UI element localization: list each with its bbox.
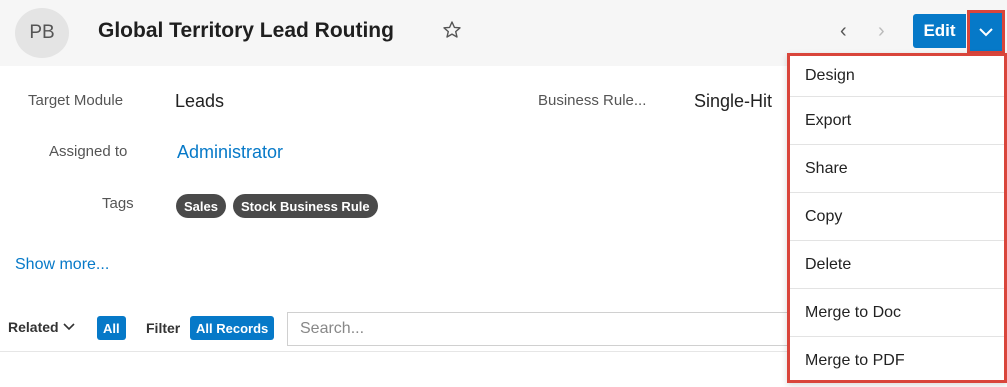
- actions-dropdown-button[interactable]: [967, 10, 1005, 54]
- chevron-down-icon: [63, 323, 75, 331]
- filter-label: Filter: [146, 320, 181, 336]
- star-icon[interactable]: [442, 20, 462, 40]
- target-module-value: Leads: [175, 91, 225, 111]
- divider: [0, 351, 790, 352]
- menu-item-merge-to-pdf[interactable]: Merge to PDF: [790, 337, 1004, 385]
- edit-button[interactable]: Edit: [913, 14, 966, 48]
- business-rule-value: Single-Hit: [694, 91, 773, 111]
- related-all-pill[interactable]: All: [97, 316, 126, 340]
- chevron-down-icon: [979, 28, 993, 37]
- page-title: Global Territory Lead Routing: [98, 19, 394, 42]
- show-more-link[interactable]: Show more...: [15, 256, 109, 274]
- target-module-label: Target Module: [28, 92, 124, 109]
- related-dropdown[interactable]: Related: [8, 319, 75, 335]
- tags-label: Tags: [102, 195, 134, 212]
- filter-all-records-pill[interactable]: All Records: [190, 316, 275, 340]
- assigned-to-label: Assigned to: [49, 143, 128, 160]
- business-rule-label: Business Rule...: [538, 92, 647, 109]
- menu-item-export[interactable]: Export: [790, 97, 1004, 145]
- avatar: PB: [15, 8, 69, 58]
- menu-item-copy[interactable]: Copy: [790, 193, 1004, 241]
- tag-stock-business-rule[interactable]: Stock Business Rule: [233, 194, 378, 218]
- menu-item-delete[interactable]: Delete: [790, 241, 1004, 289]
- assigned-to-link[interactable]: Administrator: [177, 142, 283, 163]
- menu-item-share[interactable]: Share: [790, 145, 1004, 193]
- chevron-left-icon[interactable]: ‹: [840, 20, 847, 43]
- related-label: Related: [8, 319, 59, 335]
- menu-item-design[interactable]: Design: [790, 56, 1004, 97]
- search-input[interactable]: [287, 312, 790, 346]
- menu-item-merge-to-doc[interactable]: Merge to Doc: [790, 289, 1004, 337]
- actions-menu: Design Export Share Copy Delete Merge to…: [787, 53, 1007, 383]
- subpanel-toolbar: Related All Filter All Records: [0, 310, 790, 348]
- tag-sales[interactable]: Sales: [176, 194, 226, 218]
- chevron-right-icon[interactable]: ›: [878, 20, 885, 43]
